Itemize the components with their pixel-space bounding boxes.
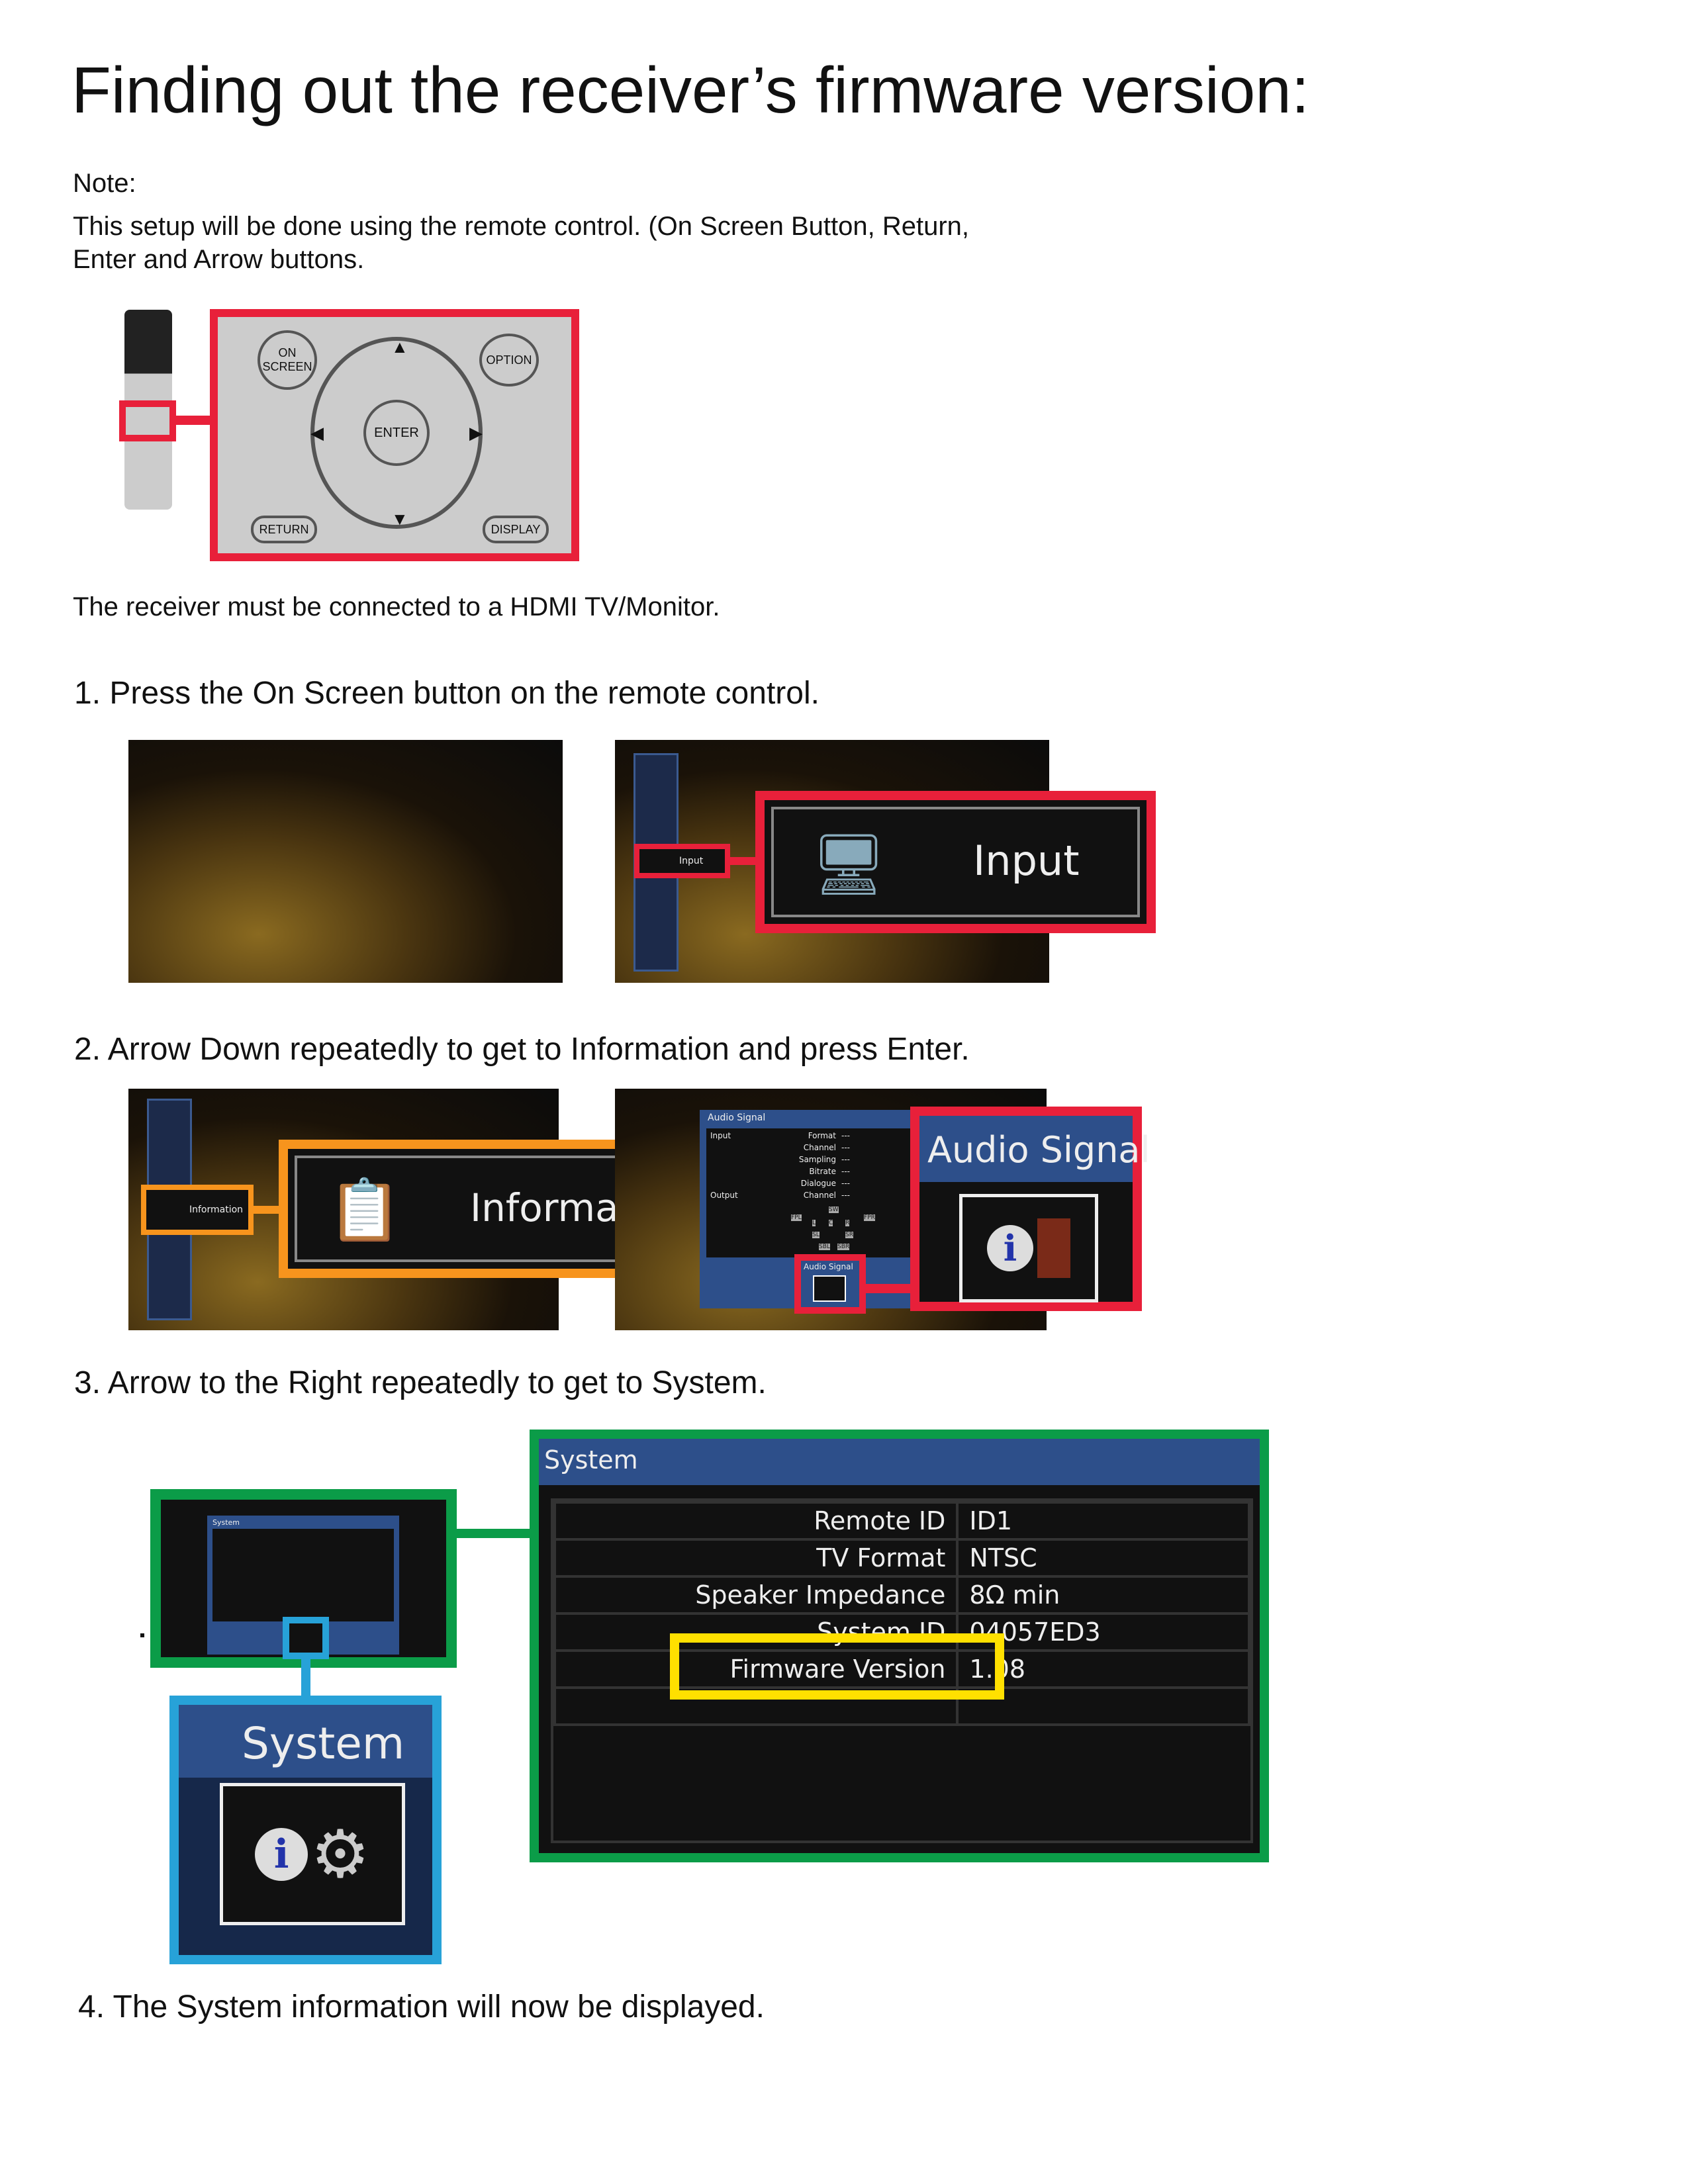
- page-title: Finding out the receiver’s firmware vers…: [71, 54, 1310, 126]
- remote-panel: ON SCREEN OPTION ▲ ▼ ◀ ▶ ENTER RETURN DI…: [210, 309, 579, 561]
- input-label: Input: [973, 837, 1080, 885]
- table-row: Remote ID ID1: [553, 1501, 1250, 1541]
- table-row: TV Format NTSC: [553, 1538, 1250, 1578]
- info-speaker-icon: i: [959, 1194, 1098, 1302]
- connector-line: [457, 1529, 531, 1538]
- system-title: System: [544, 1445, 638, 1475]
- speaker-fpr: FPR: [864, 1214, 875, 1221]
- note-text-1: This setup will be done using the remote…: [73, 212, 970, 241]
- piano-screen: [128, 740, 563, 983]
- note-label: Note:: [73, 169, 136, 198]
- input-label: Input: [710, 1131, 731, 1140]
- row-value: NTSC: [956, 1538, 1250, 1578]
- row-key: Speaker Impedance: [553, 1575, 959, 1615]
- speaker-sw: SW: [829, 1206, 839, 1213]
- connector-line: [176, 416, 211, 425]
- on-screen-button[interactable]: ON SCREEN: [258, 330, 317, 390]
- tab-label: Audio Signal: [804, 1262, 853, 1271]
- info-gear-icon: i ⚙: [220, 1783, 405, 1925]
- input-menu-small: Input: [634, 844, 730, 878]
- speaker-l: L: [812, 1220, 816, 1226]
- speaker-sl: SL: [812, 1232, 820, 1238]
- arrow-up-icon[interactable]: ▲: [391, 337, 408, 357]
- row-value: ---: [841, 1143, 850, 1152]
- step-1: 1. Press the On Screen button on the rem…: [74, 676, 820, 711]
- speaker-sbr: SBR: [837, 1244, 850, 1250]
- row-key: Dialogue: [800, 1179, 836, 1188]
- arrow-left-icon[interactable]: ◀: [310, 423, 324, 443]
- step-2: 2. Arrow Down repeatedly to get to Infor…: [74, 1032, 970, 1067]
- speaker-r: R: [845, 1220, 850, 1226]
- enter-button[interactable]: ENTER: [363, 400, 430, 466]
- note-text-2: Enter and Arrow buttons.: [73, 245, 365, 274]
- audio-signal-tab-small: Audio Signal: [794, 1254, 866, 1314]
- table-row: Speaker Impedance 8Ω min: [553, 1575, 1250, 1615]
- input-icon: 🖥: [811, 832, 887, 898]
- row-value: ---: [841, 1179, 850, 1188]
- hdmi-note: The receiver must be connected to a HDMI…: [73, 592, 720, 621]
- row-value: ---: [841, 1131, 850, 1140]
- row-key: Remote ID: [553, 1501, 959, 1541]
- output-label: Output: [710, 1191, 738, 1200]
- connector-line: [301, 1659, 310, 1697]
- connector-line: [866, 1284, 912, 1293]
- row-value: ---: [841, 1191, 850, 1200]
- system-tab-zoom: System i ⚙: [169, 1696, 442, 1964]
- row-key: TV Format: [553, 1538, 959, 1578]
- system-title: System: [212, 1518, 240, 1527]
- return-button[interactable]: RETURN: [251, 516, 317, 543]
- remote-highlight: [119, 400, 176, 441]
- system-tab-small: [283, 1617, 329, 1659]
- step-4: 4. The System information will now be di…: [78, 1989, 765, 2025]
- speaker-sbl: SBL: [819, 1244, 830, 1250]
- row-key: Sampling: [798, 1155, 836, 1164]
- connector-line: [254, 1206, 280, 1214]
- speaker-sr: SR: [845, 1232, 853, 1238]
- row-key: Bitrate: [809, 1167, 836, 1176]
- row-value: 8Ω min: [956, 1575, 1250, 1615]
- clipboard-icon: 📋: [328, 1177, 402, 1244]
- step-3: 3. Arrow to the Right repeatedly to get …: [74, 1365, 767, 1400]
- connector-line: [730, 857, 757, 865]
- audio-signal-tab-zoom: Audio Signal i: [910, 1107, 1150, 1311]
- audio-signal-label: Audio Signal: [927, 1129, 1150, 1171]
- firmware-version-highlight: [670, 1633, 1004, 1700]
- arrow-right-icon[interactable]: ▶: [469, 423, 483, 443]
- audio-signal-title: Audio Signal: [708, 1113, 766, 1123]
- row-value: ID1: [956, 1501, 1250, 1541]
- system-label: System: [242, 1718, 405, 1769]
- row-value: ---: [841, 1155, 850, 1164]
- row-key: Format: [808, 1131, 836, 1140]
- speaker-c: C: [829, 1220, 833, 1226]
- row-key: Channel: [803, 1191, 836, 1200]
- input-menu-zoom: 🖥 Input: [755, 791, 1156, 933]
- information-menu-small: Information: [141, 1185, 254, 1235]
- option-button[interactable]: OPTION: [479, 334, 539, 387]
- row-value: ---: [841, 1167, 850, 1176]
- speaker-fpl: FPL: [791, 1214, 802, 1221]
- row-key: Channel: [803, 1143, 836, 1152]
- arrow-down-icon[interactable]: ▼: [391, 509, 408, 529]
- display-button[interactable]: DISPLAY: [483, 516, 549, 543]
